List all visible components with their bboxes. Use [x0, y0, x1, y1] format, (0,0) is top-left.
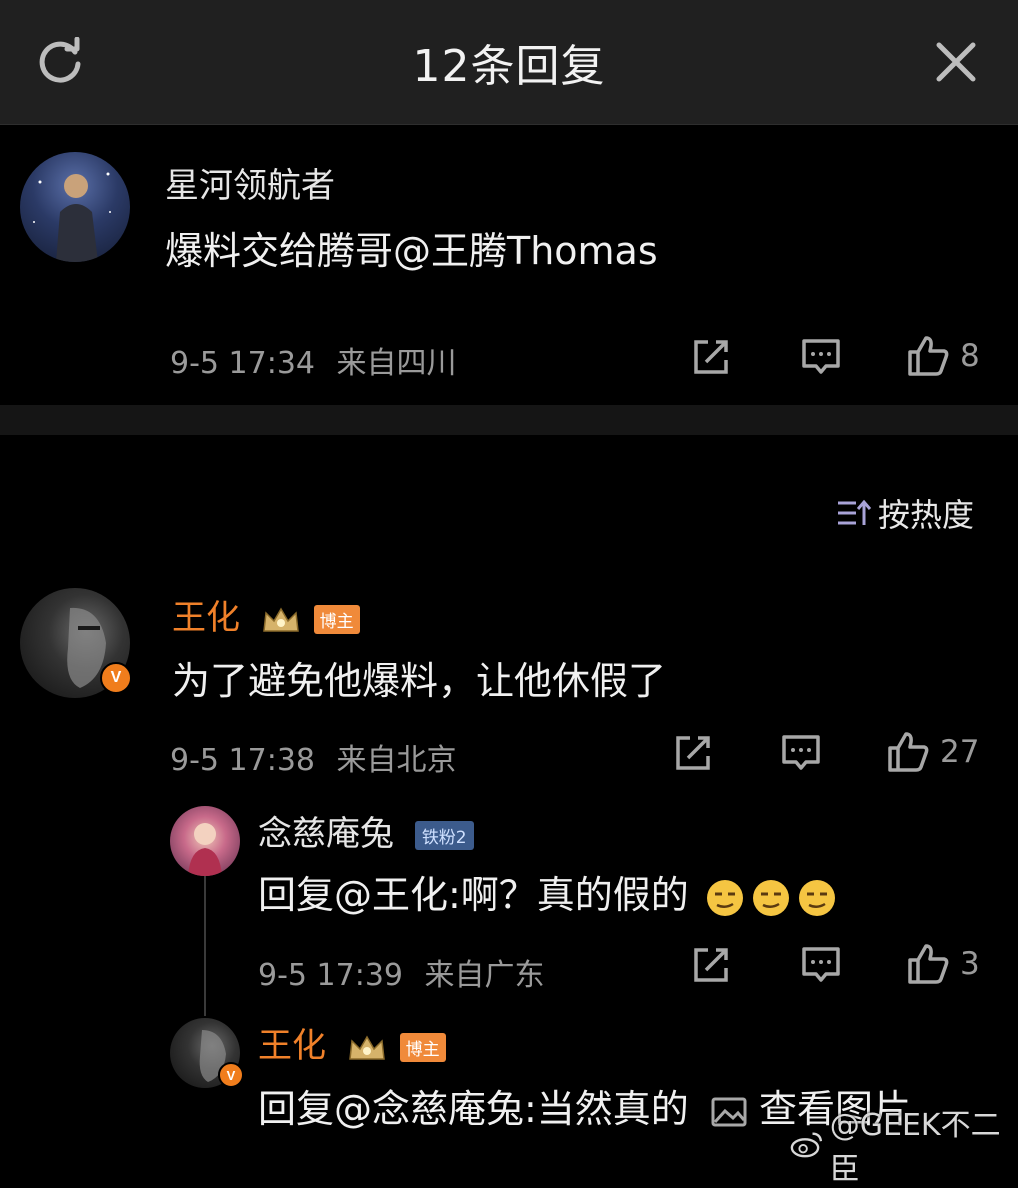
avatar[interactable]: V [170, 1018, 244, 1088]
page-title: 12条回复 [412, 41, 606, 92]
verified-badge: V [218, 1062, 244, 1088]
verified-badge: V [100, 662, 132, 694]
share-button[interactable] [690, 944, 732, 986]
fan-badge: 铁粉2 [414, 821, 474, 850]
comment-meta: 9-5 17:38 来自北京 [170, 735, 457, 779]
smirk-emoji-icon [706, 879, 743, 916]
close-icon [936, 42, 976, 82]
share-button[interactable] [690, 336, 732, 378]
comment-text: 为了避免他爆料，让他休假了 [172, 659, 667, 703]
comment-location: 来自广东 [424, 958, 545, 993]
comment-username[interactable]: 念慈庵兔 铁粉2 [258, 806, 474, 855]
smirk-emoji-icon [752, 879, 789, 916]
comment-time: 9-5 17:39 [258, 958, 403, 993]
crown-icon [348, 1035, 385, 1060]
smirk-emoji-icon [798, 879, 835, 916]
watermark-text: @GEEK不二臣 [829, 1108, 1001, 1187]
comment-icon [802, 339, 840, 374]
share-button[interactable] [672, 732, 714, 774]
username-text: 念慈庵兔 [258, 814, 394, 854]
comment-text-body: 回复@念慈庵兔:当然真的 [258, 1087, 689, 1131]
like-button[interactable]: 27 [886, 730, 979, 774]
comment-location: 来自北京 [336, 743, 457, 778]
comment-text-body: 回复@王化:啊？真的假的 [258, 873, 689, 917]
comment-button[interactable] [800, 944, 842, 986]
like-button[interactable]: 3 [906, 942, 980, 986]
blogger-badge: 博主 [313, 605, 360, 634]
comment-meta: 9-5 17:39 来自广东 [258, 950, 545, 994]
crown-icon [262, 607, 299, 632]
share-icon [676, 736, 710, 770]
emoji-group [705, 878, 837, 918]
avatar[interactable] [170, 806, 240, 876]
comment-icon [802, 947, 840, 982]
weibo-logo-icon [790, 1132, 823, 1158]
like-button[interactable]: 8 [906, 334, 980, 378]
comment-time: 9-5 17:34 [170, 346, 315, 381]
comment-text: 爆料交给腾哥@王腾Thomas [165, 229, 658, 273]
comment-text: 回复@王化:啊？真的假的 [258, 864, 837, 919]
reply-sheet-header: 12条回复 [0, 0, 1018, 125]
like-count: 3 [960, 946, 980, 982]
section-divider [0, 405, 1018, 435]
comment-button[interactable] [800, 336, 842, 378]
sort-button[interactable]: 按热度 [836, 490, 974, 536]
like-icon [888, 732, 929, 772]
comment-time: 9-5 17:38 [170, 743, 315, 778]
like-icon [908, 336, 949, 376]
like-count: 8 [960, 338, 980, 374]
sort-label: 按热度 [878, 496, 975, 534]
comment-username[interactable]: 王化 博主 [258, 1018, 446, 1067]
like-icon [908, 944, 949, 984]
comment-username[interactable]: 王化 博主 [172, 590, 360, 639]
sort-icon [838, 499, 872, 525]
share-icon [694, 340, 728, 374]
thread-line [204, 876, 206, 1016]
image-icon [711, 1097, 747, 1126]
avatar[interactable] [20, 152, 130, 262]
comment-location: 来自四川 [336, 346, 457, 381]
share-icon [694, 948, 728, 982]
close-button[interactable] [926, 34, 986, 90]
avatar[interactable]: V [20, 588, 132, 698]
username-text: 王化 [258, 1026, 326, 1066]
username-text: 王化 [172, 598, 240, 638]
comment-button[interactable] [780, 732, 822, 774]
watermark: @GEEK不二臣 [790, 1100, 1018, 1188]
comment-username[interactable]: 星河领航者 [165, 158, 335, 207]
like-count: 27 [940, 734, 980, 770]
comment-icon [782, 735, 820, 770]
blogger-badge: 博主 [399, 1033, 446, 1062]
comment-meta: 9-5 17:34 来自四川 [170, 338, 457, 382]
